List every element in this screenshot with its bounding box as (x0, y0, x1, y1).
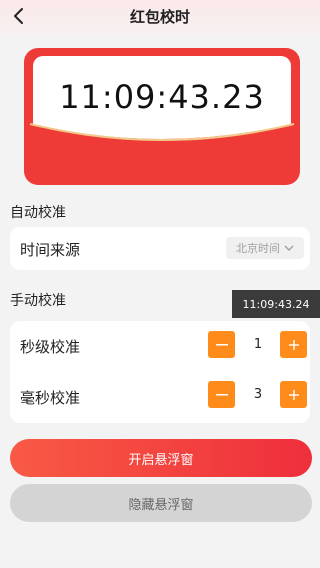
time-display-envelope: 11:09:43.23 (24, 48, 300, 185)
milliseconds-decrease-button[interactable] (208, 381, 235, 408)
envelope-flap (24, 122, 300, 156)
top-bar: 红包校时 (0, 0, 320, 34)
current-time: 11:09:43.23 (59, 78, 265, 116)
minus-icon (215, 343, 228, 345)
plus-icon (288, 389, 299, 400)
plus-icon (288, 339, 299, 350)
time-source-row: 时间来源 北京时间 (10, 227, 310, 270)
open-floating-window-button[interactable]: 开启悬浮窗 (10, 439, 312, 477)
manual-calibration-card: 秒级校准 1 毫秒校准 3 (10, 321, 310, 423)
time-source-value: 北京时间 (236, 242, 280, 255)
hide-floating-window-button[interactable]: 隐藏悬浮窗 (10, 484, 312, 522)
time-source-select[interactable]: 北京时间 (226, 237, 304, 259)
time-source-label: 时间来源 (20, 241, 81, 259)
milliseconds-increase-button[interactable] (280, 381, 307, 408)
milliseconds-value: 3 (253, 387, 263, 402)
seconds-calibration-label: 秒级校准 (20, 338, 81, 356)
seconds-increase-button[interactable] (280, 331, 307, 358)
minus-icon (215, 393, 228, 395)
milliseconds-calibration-label: 毫秒校准 (20, 389, 81, 407)
page-title: 红包校时 (129, 8, 190, 26)
auto-calibration-heading: 自动校准 (10, 205, 66, 221)
floating-time-window[interactable]: 11:09:43.24 (232, 290, 320, 318)
manual-calibration-heading: 手动校准 (10, 293, 66, 309)
seconds-decrease-button[interactable] (208, 331, 235, 358)
seconds-value: 1 (253, 337, 263, 352)
chevron-down-icon (284, 245, 294, 252)
